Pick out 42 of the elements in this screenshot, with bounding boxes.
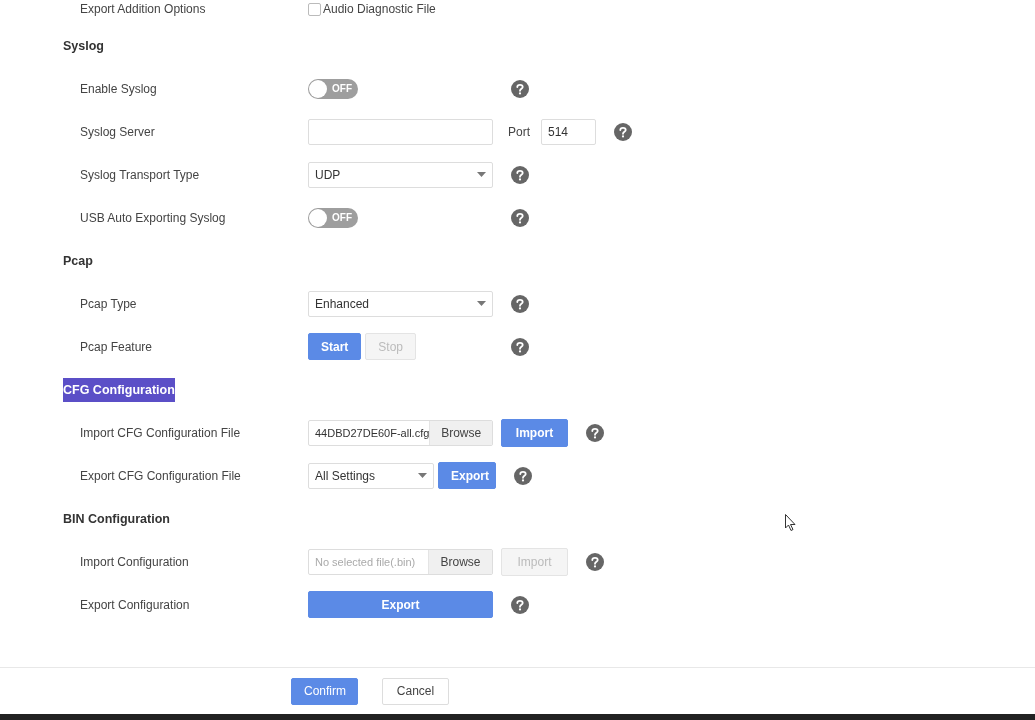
dropdown[interactable]: All Settings [308,462,434,489]
help-icon[interactable] [511,337,529,356]
server-input[interactable] [308,118,493,145]
browse-button[interactable]: Browse [429,420,492,445]
field-label: Export Configuration [80,597,191,612]
caret-icon [477,172,486,177]
field-label: Import Configuration [80,554,190,569]
section-heading: Syslog [63,37,104,55]
browse-button[interactable]: Browse [428,549,492,574]
file-field[interactable]: 44DBD27DE60F-all.cfg Browse [308,419,493,446]
section-heading: CFG Configuration [63,377,175,402]
help-icon[interactable] [586,552,604,571]
checkbox[interactable] [308,2,321,16]
help-icon[interactable] [511,595,529,614]
cancel-button[interactable]: Cancel [382,677,449,705]
caret-icon [477,301,486,306]
port-label: Port [508,124,530,139]
caret-icon [418,473,427,478]
checkbox-label: Audio Diagnostic File [323,2,436,16]
field-label: Syslog Server [80,124,156,139]
help-icon[interactable] [614,122,632,141]
help-icon[interactable] [511,208,529,227]
field-label: Import CFG Configuration File [80,425,242,440]
help-icon[interactable] [511,165,529,184]
help-icon[interactable] [514,466,532,485]
help-icon[interactable] [511,294,529,313]
field-label: USB Auto Exporting Syslog [80,210,227,225]
dropdown[interactable]: Enhanced [308,290,493,317]
section-heading: Pcap [63,252,93,270]
help-icon[interactable] [586,423,604,442]
field-label: Export CFG Configuration File [80,468,242,483]
field-label: Pcap Type [80,296,138,311]
field-label: Syslog Transport Type [80,167,201,182]
field-label: Export Addition Options [80,2,207,16]
port-input[interactable]: 514 [541,118,596,145]
field-label: Enable Syslog [80,81,158,96]
field-label: Pcap Feature [80,339,154,354]
pointer-icon [785,514,796,531]
dropdown[interactable]: UDP [308,161,493,188]
file-field[interactable]: No selected file(.bin) Browse [308,548,493,575]
help-icon[interactable] [511,79,529,98]
section-heading: BIN Configuration [63,510,170,528]
